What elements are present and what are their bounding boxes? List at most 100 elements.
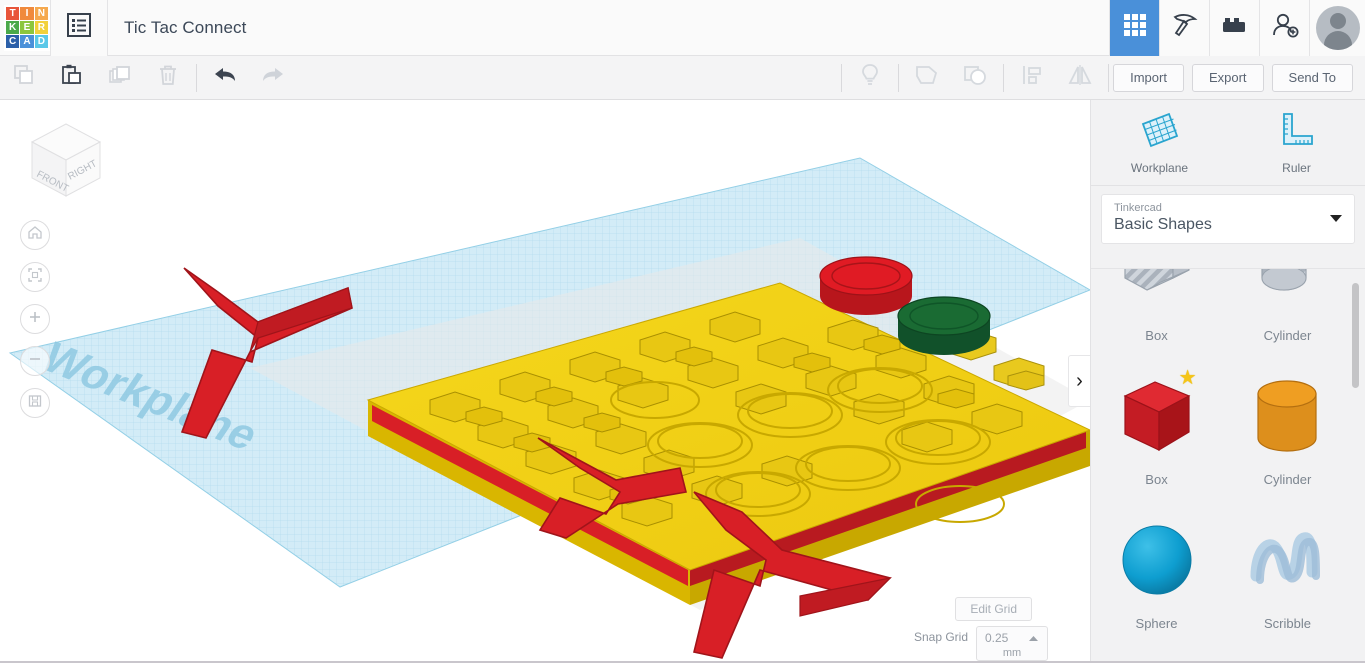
cylinder-icon: [1242, 366, 1334, 466]
box-icon: ★: [1111, 366, 1203, 466]
logo-tile-e: E: [20, 20, 34, 35]
zoom-in-button[interactable]: [20, 304, 50, 334]
panel-collapse-toggle[interactable]: ›: [1068, 355, 1090, 407]
edit-grid-button[interactable]: Edit Grid: [955, 597, 1032, 621]
home-view-button[interactable]: [20, 220, 50, 250]
shape-box-solid[interactable]: ★ Box: [1091, 355, 1222, 495]
logo-tile-i: I: [20, 6, 34, 20]
paste-button[interactable]: [48, 56, 96, 100]
favorite-star-icon: ★: [1178, 367, 1197, 389]
shapes-scroll-area[interactable]: Box Cylinder ★ Box Cylinder Sphere Scrib…: [1091, 268, 1365, 663]
duplicate-icon: [108, 63, 132, 92]
group-shapes-icon: [914, 63, 940, 92]
library-value: Basic Shapes: [1114, 216, 1212, 233]
undo-button[interactable]: [201, 56, 249, 100]
workplane-tool[interactable]: Workplane: [1091, 100, 1228, 185]
zoom-out-button[interactable]: [20, 346, 50, 376]
divider: [898, 63, 900, 92]
logo-tile-c: C: [6, 35, 20, 49]
design-title[interactable]: Tic Tac Connect: [124, 18, 246, 38]
ruler-icon: [1276, 110, 1318, 155]
chevron-down-icon: [1330, 214, 1342, 222]
note-button[interactable]: [846, 56, 894, 100]
top-bar: TINKERCAD Tic Tac Connect: [0, 0, 1365, 56]
chevron-up-icon: [1028, 629, 1039, 647]
workplane-tool-label: Workplane: [1130, 161, 1189, 175]
scribble-icon: [1242, 510, 1334, 610]
panel-tools: Workplane Ruler: [1091, 100, 1365, 186]
user-avatar-button[interactable]: [1309, 0, 1365, 56]
divider: [1003, 63, 1005, 92]
fit-to-screen-icon: [27, 267, 43, 288]
home-icon: [27, 225, 43, 245]
shape-label: Scribble: [1264, 616, 1311, 631]
copy-button[interactable]: [0, 56, 48, 100]
snap-grid-value: 0.25: [985, 631, 1009, 645]
library-selector-wrap: Tinkercad Basic Shapes: [1091, 186, 1365, 254]
shape-cylinder-solid[interactable]: Cylinder: [1222, 355, 1353, 495]
shapes-panel-scrollbar[interactable]: [1352, 283, 1359, 388]
sphere-icon: [1111, 510, 1203, 610]
shapes-panel: Workplane Ruler Tinkercad Basic Shapes B…: [1090, 100, 1365, 663]
minecraft-button[interactable]: [1159, 0, 1209, 56]
top-bar-actions: [1109, 0, 1365, 56]
redo-arrow-icon: [260, 63, 286, 92]
snap-grid-label: Snap Grid: [913, 630, 968, 644]
trash-icon: [156, 63, 180, 92]
shape-library-dropdown[interactable]: Tinkercad Basic Shapes: [1101, 194, 1355, 244]
redo-button[interactable]: [249, 56, 297, 100]
blocks-button[interactable]: [1209, 0, 1259, 56]
divider: [196, 63, 197, 92]
pickaxe-icon: [1171, 11, 1199, 44]
hole-cylinder-icon: [1242, 269, 1334, 322]
duplicate-button[interactable]: [96, 56, 144, 100]
ungroup-shapes-icon: [962, 63, 988, 92]
mirror-icon: [1066, 63, 1094, 92]
ungroup-button[interactable]: [951, 56, 999, 100]
ruler-tool-label: Ruler: [1282, 161, 1311, 175]
mirror-button[interactable]: [1056, 56, 1104, 100]
send-to-button[interactable]: Send To: [1271, 63, 1353, 92]
shape-roof-green[interactable]: [1091, 643, 1222, 663]
design-menu-button[interactable]: [51, 0, 107, 56]
logo-tile-k: K: [6, 20, 20, 35]
shape-label: Cylinder: [1263, 328, 1312, 343]
token-green: [897, 296, 991, 355]
shape-label: Cylinder: [1263, 472, 1312, 487]
tinkercad-logo[interactable]: TINKERCAD: [4, 4, 50, 51]
logo-tile-a: A: [20, 35, 34, 49]
export-button[interactable]: Export: [1191, 63, 1264, 92]
minus-icon: [27, 351, 43, 372]
delete-button[interactable]: [144, 56, 192, 100]
shape-box-hole[interactable]: Box: [1091, 269, 1222, 351]
avatar: [1315, 5, 1360, 50]
shape-sphere[interactable]: Sphere: [1091, 499, 1222, 639]
snap-grid-select[interactable]: 0.25 mm: [976, 626, 1048, 661]
undo-arrow-icon: [212, 63, 238, 92]
tinkercad-app: TINKERCAD Tic Tac Connect Import Export …: [0, 0, 1365, 663]
shape-cylinder-hole[interactable]: Cylinder: [1222, 269, 1353, 351]
import-button[interactable]: Import: [1113, 63, 1184, 92]
apps-grid-button[interactable]: [1109, 0, 1159, 56]
shape-scribble[interactable]: Scribble: [1222, 499, 1353, 639]
shape-roof-purple[interactable]: [1222, 643, 1353, 663]
view-cube[interactable]: FRONT RIGHT: [20, 118, 112, 204]
lego-brick-icon: [1221, 14, 1249, 41]
ruler-tool[interactable]: Ruler: [1228, 100, 1365, 185]
plus-icon: [27, 309, 43, 330]
scene-render: Workplane: [8, 157, 1090, 659]
group-button[interactable]: [903, 56, 951, 100]
shape-label: Box: [1145, 328, 1168, 343]
invite-button[interactable]: [1259, 0, 1309, 56]
design-canvas[interactable]: Workplane FRONT RIGHT › Edit Grid Snap G…: [0, 100, 1090, 663]
edit-toolbar: Import Export Send To: [0, 56, 1365, 100]
logo-tile-n: N: [34, 6, 48, 20]
logo-tile-d: D: [34, 35, 48, 49]
fit-view-button[interactable]: [20, 262, 50, 292]
add-user-icon: [1270, 11, 1300, 44]
flat-view-button[interactable]: [20, 388, 50, 418]
library-kicker: Tinkercad: [1114, 202, 1162, 214]
shape-label: Sphere: [1135, 616, 1178, 631]
divider: [841, 63, 843, 92]
align-button[interactable]: [1008, 56, 1056, 100]
